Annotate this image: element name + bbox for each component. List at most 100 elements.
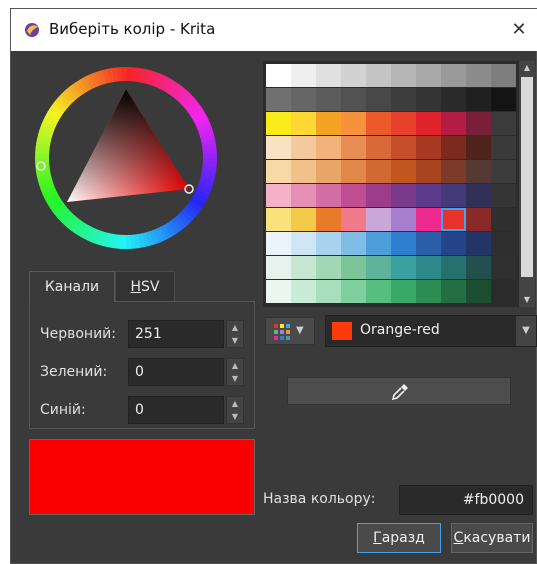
- palette-swatch[interactable]: [316, 88, 341, 111]
- palette-swatch[interactable]: [491, 112, 516, 135]
- palette-swatch[interactable]: [441, 208, 466, 231]
- palette-swatch[interactable]: [416, 160, 441, 183]
- palette-swatch[interactable]: [341, 184, 366, 207]
- palette-swatch[interactable]: [491, 160, 516, 183]
- ok-button[interactable]: Гаразд: [357, 523, 441, 553]
- palette-swatch[interactable]: [441, 280, 466, 303]
- palette-swatch[interactable]: [491, 184, 516, 207]
- palette-swatch[interactable]: [341, 208, 366, 231]
- palette-swatch[interactable]: [266, 136, 291, 159]
- scroll-up-icon[interactable]: ▲: [519, 61, 535, 75]
- palette-swatch[interactable]: [266, 256, 291, 279]
- palette-swatch[interactable]: [291, 88, 316, 111]
- palette-swatch[interactable]: [441, 136, 466, 159]
- palette-swatch[interactable]: [391, 64, 416, 87]
- green-spinbox[interactable]: ▲ ▼: [226, 358, 244, 386]
- spin-down-icon[interactable]: ▼: [227, 334, 243, 347]
- palette-swatch[interactable]: [491, 232, 516, 255]
- palette-swatch[interactable]: [316, 64, 341, 87]
- palette-swatch[interactable]: [466, 64, 491, 87]
- cancel-button[interactable]: Скасувати: [451, 523, 533, 553]
- palette-swatch[interactable]: [391, 184, 416, 207]
- palette-swatch[interactable]: [341, 232, 366, 255]
- tab-hsv[interactable]: HSV: [115, 271, 175, 302]
- palette-swatch[interactable]: [266, 160, 291, 183]
- palette-swatch[interactable]: [266, 184, 291, 207]
- blue-input[interactable]: 0: [128, 396, 224, 424]
- palette-swatch[interactable]: [266, 64, 291, 87]
- tab-channels[interactable]: Канали: [29, 271, 115, 302]
- spin-up-icon[interactable]: ▲: [227, 321, 243, 334]
- palette-swatch[interactable]: [491, 280, 516, 303]
- palette-swatch[interactable]: [341, 112, 366, 135]
- palette-swatch[interactable]: [291, 112, 316, 135]
- palette-swatch[interactable]: [291, 256, 316, 279]
- palette-swatch[interactable]: [366, 184, 391, 207]
- palette-swatch[interactable]: [466, 112, 491, 135]
- palette-swatch[interactable]: [391, 112, 416, 135]
- palette-swatch[interactable]: [291, 136, 316, 159]
- palette-swatch[interactable]: [316, 160, 341, 183]
- palette-swatch[interactable]: [291, 64, 316, 87]
- palette-swatch[interactable]: [441, 64, 466, 87]
- palette-swatch[interactable]: [416, 256, 441, 279]
- spin-up-icon[interactable]: ▲: [227, 397, 243, 410]
- palette-swatch[interactable]: [441, 88, 466, 111]
- palette-swatch[interactable]: [391, 88, 416, 111]
- spin-up-icon[interactable]: ▲: [227, 359, 243, 372]
- palette-swatch[interactable]: [491, 136, 516, 159]
- close-button[interactable]: ✕: [504, 15, 534, 45]
- palette-swatch[interactable]: [491, 64, 516, 87]
- red-spinbox[interactable]: ▲ ▼: [226, 320, 244, 348]
- palette-swatch[interactable]: [466, 256, 491, 279]
- palette-swatch[interactable]: [491, 208, 516, 231]
- palette-swatch[interactable]: [316, 184, 341, 207]
- palette-swatch[interactable]: [316, 280, 341, 303]
- palette-scrollbar[interactable]: ▲ ▼: [519, 61, 535, 307]
- palette-swatch[interactable]: [316, 112, 341, 135]
- spin-down-icon[interactable]: ▼: [227, 410, 243, 423]
- palette-swatch[interactable]: [466, 232, 491, 255]
- palette-swatch[interactable]: [341, 64, 366, 87]
- palette-swatch[interactable]: [466, 280, 491, 303]
- palette-swatch[interactable]: [366, 232, 391, 255]
- palette-swatch[interactable]: [441, 184, 466, 207]
- palette-swatch[interactable]: [316, 232, 341, 255]
- palette-chooser-button[interactable]: ▼: [265, 317, 315, 345]
- palette-swatch[interactable]: [341, 136, 366, 159]
- palette-swatch[interactable]: [366, 280, 391, 303]
- palette-swatch[interactable]: [366, 256, 391, 279]
- palette-swatch[interactable]: [266, 280, 291, 303]
- palette-swatch[interactable]: [416, 184, 441, 207]
- palette-swatch[interactable]: [316, 256, 341, 279]
- palette-swatch[interactable]: [416, 208, 441, 231]
- palette-swatch[interactable]: [391, 280, 416, 303]
- palette-swatch[interactable]: [466, 184, 491, 207]
- palette-swatch[interactable]: [291, 232, 316, 255]
- palette-swatch[interactable]: [291, 280, 316, 303]
- palette-swatch[interactable]: [341, 280, 366, 303]
- palette-swatch[interactable]: [441, 160, 466, 183]
- palette-swatch[interactable]: [441, 232, 466, 255]
- color-name-combobox[interactable]: Orange-red ▼: [325, 315, 537, 347]
- palette-swatch[interactable]: [466, 208, 491, 231]
- palette-swatch[interactable]: [416, 136, 441, 159]
- palette-swatch[interactable]: [266, 88, 291, 111]
- palette-swatch[interactable]: [466, 136, 491, 159]
- palette-swatch[interactable]: [391, 232, 416, 255]
- palette-swatch[interactable]: [366, 112, 391, 135]
- palette-swatch[interactable]: [416, 88, 441, 111]
- palette-swatch[interactable]: [466, 88, 491, 111]
- palette-swatch[interactable]: [266, 232, 291, 255]
- palette-swatch[interactable]: [266, 112, 291, 135]
- palette-swatch[interactable]: [341, 88, 366, 111]
- saturation-value-triangle[interactable]: [67, 89, 189, 202]
- blue-spinbox[interactable]: ▲ ▼: [226, 396, 244, 424]
- color-wheel-selector[interactable]: [27, 59, 225, 257]
- palette-swatch[interactable]: [266, 208, 291, 231]
- palette-swatch[interactable]: [416, 112, 441, 135]
- eyedropper-button[interactable]: [287, 377, 511, 405]
- chevron-down-icon[interactable]: ▼: [516, 316, 536, 346]
- palette-swatch[interactable]: [366, 136, 391, 159]
- palette-swatch[interactable]: [416, 280, 441, 303]
